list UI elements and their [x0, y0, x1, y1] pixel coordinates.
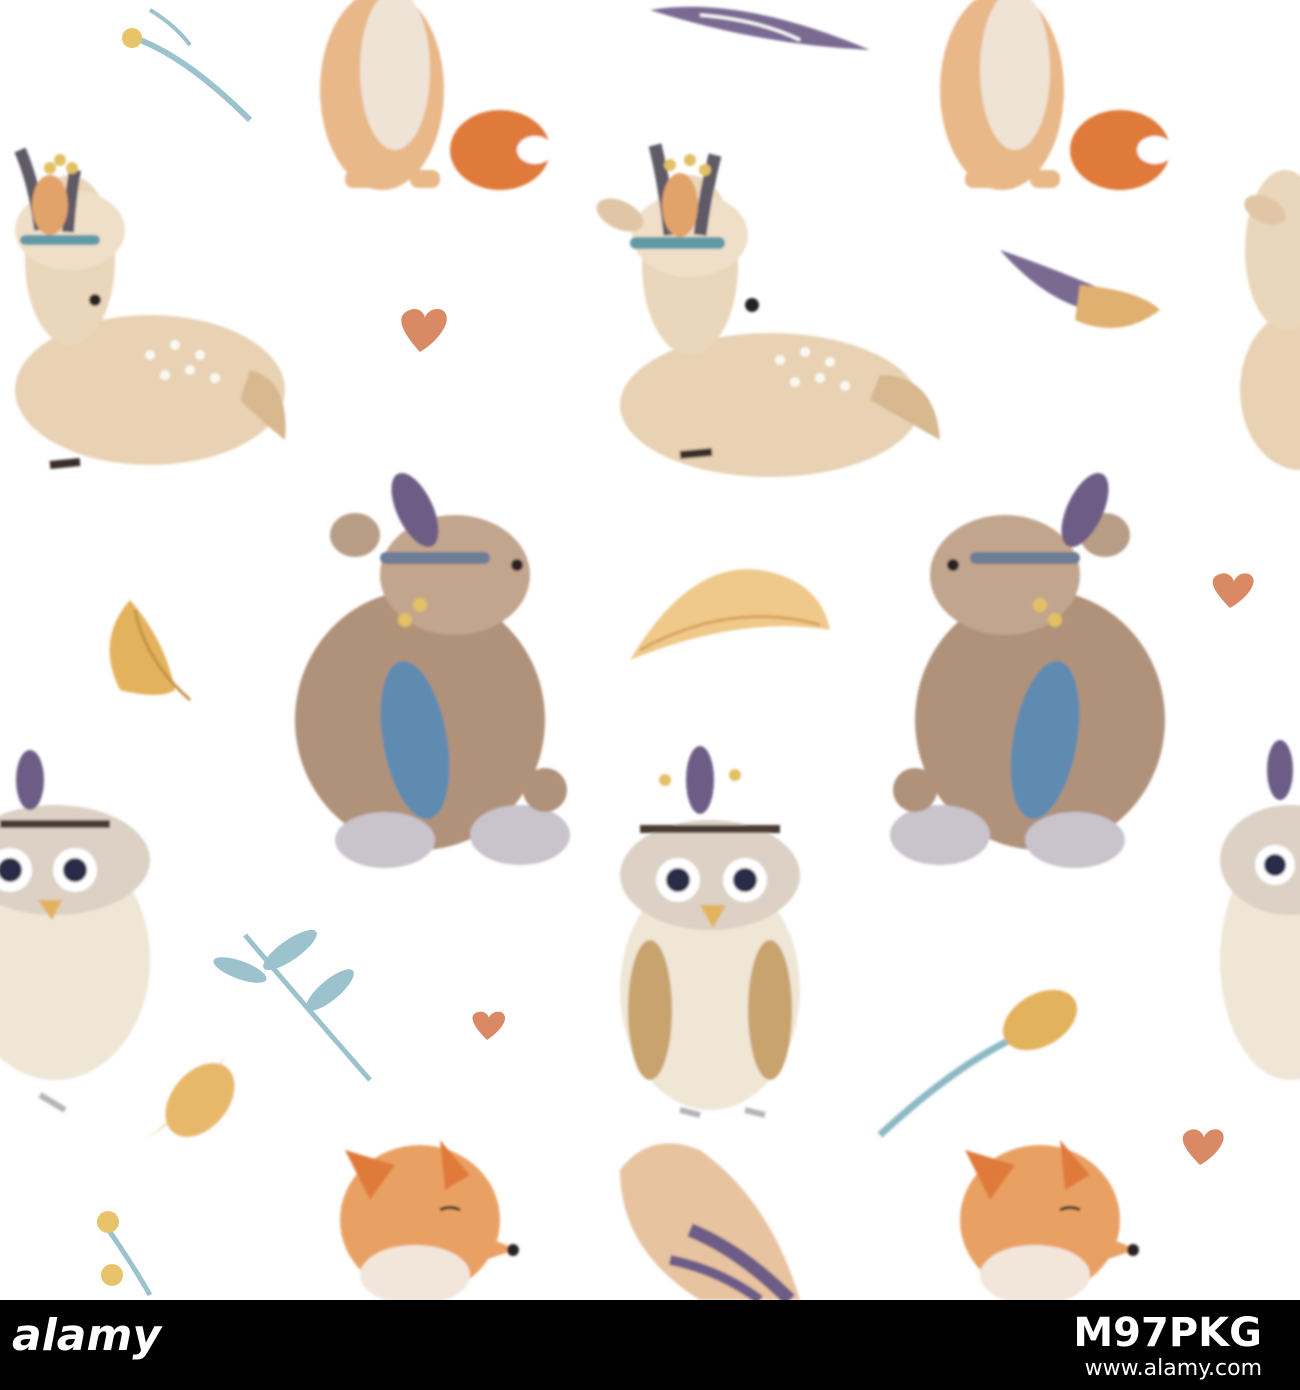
watermark-url: www.alamy.com	[1084, 1356, 1262, 1381]
bear-center-right	[890, 472, 1165, 868]
fox-head-bottom-left	[340, 1140, 519, 1300]
image-canvas: alamy M97PKG www.alamy.com	[0, 0, 1300, 1390]
feather-right-upper	[1000, 250, 1160, 328]
oak-leaf-left	[109, 600, 191, 702]
owl-right-partial	[1220, 740, 1300, 1080]
owl-center	[620, 746, 800, 1118]
feather-bottom-center	[620, 1143, 800, 1300]
heart-icon	[1182, 1129, 1224, 1165]
oak-leaf-lower-left	[145, 1055, 235, 1140]
feather-top-center	[650, 6, 870, 51]
berry-sprig-bottom-left	[97, 1211, 153, 1297]
sitting-fox-top-right	[940, 0, 1173, 190]
owl-left-partial	[0, 750, 150, 1113]
tulip-bud-right	[877, 989, 1077, 1138]
deer-right-partial	[1240, 170, 1300, 470]
sprig-top-left	[122, 8, 253, 123]
deer-left	[14, 147, 286, 469]
alamy-logo: alamy	[12, 1310, 163, 1361]
heart-icon	[472, 1011, 506, 1040]
sprig-lower-left	[213, 929, 372, 1082]
heart-icon	[401, 308, 447, 352]
bear-center-left	[295, 472, 570, 868]
leaf-center	[630, 569, 830, 660]
woodland-pattern	[0, 0, 1300, 1300]
alamy-logo-text: alamy	[12, 1310, 161, 1361]
heart-icon	[1212, 573, 1254, 608]
image-id: M97PKG	[1073, 1310, 1262, 1356]
sitting-fox-top-left	[320, 0, 553, 190]
deer-center	[596, 143, 940, 477]
fox-head-bottom-right	[960, 1140, 1139, 1300]
